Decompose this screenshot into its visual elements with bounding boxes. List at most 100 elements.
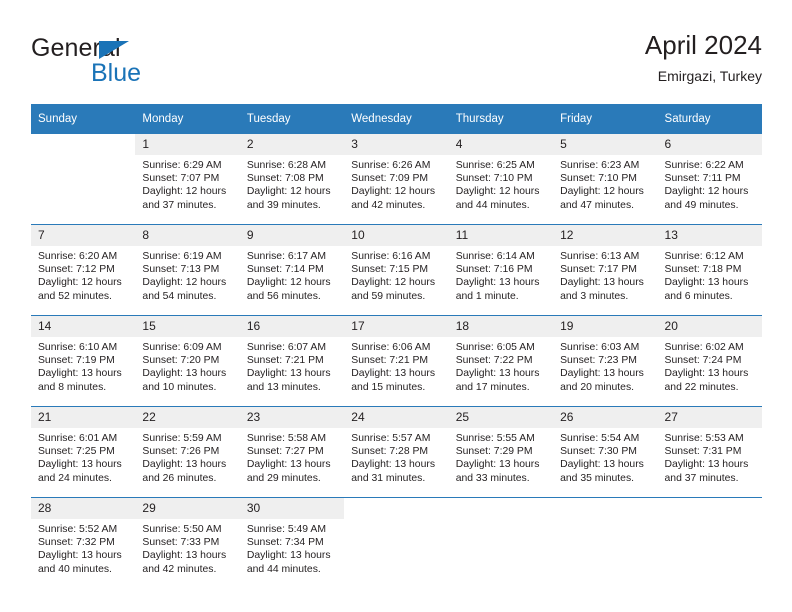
daylight-text-line1: Daylight: 13 hours xyxy=(455,368,540,380)
daylight-text-line1: Daylight: 13 hours xyxy=(38,550,122,562)
daylight-text-line1: Daylight: 13 hours xyxy=(142,459,227,471)
day-number: 2 xyxy=(239,134,345,155)
daylight-text-line1: Daylight: 12 hours xyxy=(351,186,436,198)
daylight-text-line2: and 44 minutes. xyxy=(246,563,321,575)
daylight-text-line1: Daylight: 12 hours xyxy=(246,186,331,198)
calendar-day-cell[interactable]: 5 Sunrise: 6:23 AM Sunset: 7:10 PM Daylight… xyxy=(553,134,658,225)
brand-logo[interactable]: General Blue xyxy=(31,34,241,90)
daylight-text-line2: and 10 minutes. xyxy=(142,381,217,393)
sunrise-text: Sunrise: 6:10 AM xyxy=(38,342,118,353)
sunset-text: Sunset: 7:13 PM xyxy=(142,264,220,276)
calendar-day-cell[interactable]: 3 Sunrise: 6:26 AM Sunset: 7:09 PM Daylight… xyxy=(344,134,449,225)
calendar-week-row: 21 Sunrise: 6:01 AM Sunset: 7:25 PM Dayligh… xyxy=(31,406,762,498)
sunrise-text: Sunrise: 6:02 AM xyxy=(664,342,744,353)
sunset-text: Sunset: 7:10 PM xyxy=(455,173,533,185)
daylight-text-line2: and 42 minutes. xyxy=(142,563,217,575)
calendar-day-cell[interactable]: 8 Sunrise: 6:19 AM Sunset: 7:13 PM Daylight… xyxy=(135,224,240,316)
page-header: General Blue April 2024 Emirgazi, Turkey xyxy=(31,28,762,94)
daylight-text-line1: Daylight: 13 hours xyxy=(142,550,227,562)
calendar-day-cell[interactable]: 15 Sunrise: 6:09 AM Sunset: 7:20 PM Dayligh… xyxy=(135,315,240,407)
calendar-day-cell[interactable]: 13 Sunrise: 6:12 AM Sunset: 7:18 PM Dayligh… xyxy=(657,224,762,316)
day-details: Sunrise: 6:13 AM Sunset: 7:17 PM Daylight:… xyxy=(553,246,657,303)
daylight-text-line1: Daylight: 13 hours xyxy=(560,277,644,289)
sunset-text: Sunset: 7:27 PM xyxy=(246,446,324,458)
sunrise-text: Sunrise: 6:23 AM xyxy=(560,160,640,171)
calendar-day-cell[interactable]: 28 Sunrise: 5:52 AM Sunset: 7:32 PM Dayligh… xyxy=(31,497,136,588)
daylight-text-line1: Daylight: 13 hours xyxy=(560,459,644,471)
sunrise-text: Sunrise: 6:28 AM xyxy=(246,160,326,171)
day-number: 21 xyxy=(31,407,136,428)
day-details: Sunrise: 6:05 AM Sunset: 7:22 PM Daylight:… xyxy=(449,337,553,394)
calendar-day-cell[interactable]: 10 Sunrise: 6:16 AM Sunset: 7:15 PM Dayligh… xyxy=(344,224,449,316)
calendar-day-cell-empty xyxy=(448,497,554,588)
sunset-text: Sunset: 7:15 PM xyxy=(351,264,429,276)
day-number: 11 xyxy=(448,225,554,246)
day-number: 14 xyxy=(31,316,136,337)
calendar-day-cell[interactable]: 4 Sunrise: 6:25 AM Sunset: 7:10 PM Daylight… xyxy=(448,134,554,225)
daylight-text-line1: Daylight: 13 hours xyxy=(38,368,122,380)
calendar-day-cell[interactable]: 25 Sunrise: 5:55 AM Sunset: 7:29 PM Dayligh… xyxy=(448,406,554,498)
day-details: Sunrise: 6:22 AM Sunset: 7:11 PM Daylight:… xyxy=(658,155,762,212)
calendar-day-cell[interactable]: 20 Sunrise: 6:02 AM Sunset: 7:24 PM Dayligh… xyxy=(657,315,762,407)
calendar-week-row: 1 Sunrise: 6:29 AM Sunset: 7:07 PM Daylight… xyxy=(31,134,762,225)
calendar-day-cell[interactable]: 27 Sunrise: 5:53 AM Sunset: 7:31 PM Dayligh… xyxy=(657,406,762,498)
day-details: Sunrise: 6:02 AM Sunset: 7:24 PM Daylight:… xyxy=(658,337,762,394)
calendar-day-cell[interactable]: 22 Sunrise: 5:59 AM Sunset: 7:26 PM Dayligh… xyxy=(135,406,240,498)
calendar-page: General Blue April 2024 Emirgazi, Turkey… xyxy=(0,0,792,612)
daylight-text-line1: Daylight: 12 hours xyxy=(142,186,227,198)
calendar-day-cell[interactable]: 18 Sunrise: 6:05 AM Sunset: 7:22 PM Dayligh… xyxy=(448,315,554,407)
calendar-day-cell[interactable]: 14 Sunrise: 6:10 AM Sunset: 7:19 PM Dayligh… xyxy=(31,315,136,407)
calendar-day-cell[interactable]: 19 Sunrise: 6:03 AM Sunset: 7:23 PM Dayligh… xyxy=(553,315,658,407)
calendar-day-cell[interactable]: 30 Sunrise: 5:49 AM Sunset: 7:34 PM Dayligh… xyxy=(239,497,345,588)
daylight-text-line2: and 33 minutes. xyxy=(455,472,530,484)
daylight-text-line2: and 13 minutes. xyxy=(246,381,321,393)
day-number: 6 xyxy=(657,134,762,155)
sunrise-text: Sunrise: 6:22 AM xyxy=(664,160,744,171)
day-number: 24 xyxy=(344,407,449,428)
calendar-day-cell[interactable]: 16 Sunrise: 6:07 AM Sunset: 7:21 PM Dayligh… xyxy=(239,315,345,407)
day-details: Sunrise: 6:12 AM Sunset: 7:18 PM Daylight:… xyxy=(658,246,762,303)
daylight-text-line1: Daylight: 12 hours xyxy=(560,186,644,198)
calendar-week-row: 7 Sunrise: 6:20 AM Sunset: 7:12 PM Daylight… xyxy=(31,224,762,316)
calendar-day-cell[interactable]: 29 Sunrise: 5:50 AM Sunset: 7:33 PM Dayligh… xyxy=(135,497,240,588)
calendar-day-cell[interactable]: 11 Sunrise: 6:14 AM Sunset: 7:16 PM Dayligh… xyxy=(448,224,554,316)
daylight-text-line1: Daylight: 13 hours xyxy=(246,459,331,471)
daylight-text-line1: Daylight: 12 hours xyxy=(142,277,227,289)
page-subtitle: Emirgazi, Turkey xyxy=(657,68,762,84)
calendar-day-cell[interactable]: 26 Sunrise: 5:54 AM Sunset: 7:30 PM Dayligh… xyxy=(553,406,658,498)
calendar-day-cell[interactable]: 1 Sunrise: 6:29 AM Sunset: 7:07 PM Daylight… xyxy=(135,134,240,225)
day-details: Sunrise: 5:58 AM Sunset: 7:27 PM Daylight:… xyxy=(240,428,344,485)
sunset-text: Sunset: 7:29 PM xyxy=(455,446,533,458)
calendar-day-cell[interactable]: 23 Sunrise: 5:58 AM Sunset: 7:27 PM Dayligh… xyxy=(239,406,345,498)
day-number xyxy=(344,498,449,519)
day-details: Sunrise: 6:14 AM Sunset: 7:16 PM Daylight:… xyxy=(449,246,553,303)
sunrise-text: Sunrise: 6:25 AM xyxy=(455,160,535,171)
day-details: Sunrise: 6:09 AM Sunset: 7:20 PM Daylight:… xyxy=(135,337,239,394)
sunrise-text: Sunrise: 5:52 AM xyxy=(38,524,118,535)
calendar-day-cell[interactable]: 24 Sunrise: 5:57 AM Sunset: 7:28 PM Dayligh… xyxy=(344,406,449,498)
day-details: Sunrise: 5:50 AM Sunset: 7:33 PM Daylight:… xyxy=(135,519,239,576)
sunrise-text: Sunrise: 6:01 AM xyxy=(38,433,118,444)
weekday-header-sunday: Sunday xyxy=(31,104,136,134)
daylight-text-line1: Daylight: 13 hours xyxy=(351,459,436,471)
calendar-day-cell[interactable]: 12 Sunrise: 6:13 AM Sunset: 7:17 PM Dayligh… xyxy=(553,224,658,316)
calendar-day-cell[interactable]: 21 Sunrise: 6:01 AM Sunset: 7:25 PM Dayligh… xyxy=(31,406,136,498)
daylight-text-line1: Daylight: 12 hours xyxy=(246,277,331,289)
daylight-text-line2: and 15 minutes. xyxy=(351,381,426,393)
sunrise-text: Sunrise: 6:13 AM xyxy=(560,251,640,262)
sunrise-text: Sunrise: 5:50 AM xyxy=(142,524,222,535)
calendar-day-cell[interactable]: 9 Sunrise: 6:17 AM Sunset: 7:14 PM Daylight… xyxy=(239,224,345,316)
calendar-day-cell[interactable]: 6 Sunrise: 6:22 AM Sunset: 7:11 PM Daylight… xyxy=(657,134,762,225)
calendar-day-cell[interactable]: 2 Sunrise: 6:28 AM Sunset: 7:08 PM Daylight… xyxy=(239,134,345,225)
day-details: Sunrise: 6:19 AM Sunset: 7:13 PM Daylight:… xyxy=(135,246,239,303)
day-details: Sunrise: 5:53 AM Sunset: 7:31 PM Daylight:… xyxy=(658,428,762,485)
daylight-text-line2: and 31 minutes. xyxy=(351,472,426,484)
daylight-text-line2: and 29 minutes. xyxy=(246,472,321,484)
day-number: 10 xyxy=(344,225,449,246)
calendar-day-cell[interactable]: 7 Sunrise: 6:20 AM Sunset: 7:12 PM Daylight… xyxy=(31,224,136,316)
sunset-text: Sunset: 7:23 PM xyxy=(560,355,637,367)
day-number: 8 xyxy=(135,225,240,246)
daylight-text-line1: Daylight: 12 hours xyxy=(664,186,749,198)
sunset-text: Sunset: 7:12 PM xyxy=(38,264,115,276)
calendar-day-cell[interactable]: 17 Sunrise: 6:06 AM Sunset: 7:21 PM Dayligh… xyxy=(344,315,449,407)
